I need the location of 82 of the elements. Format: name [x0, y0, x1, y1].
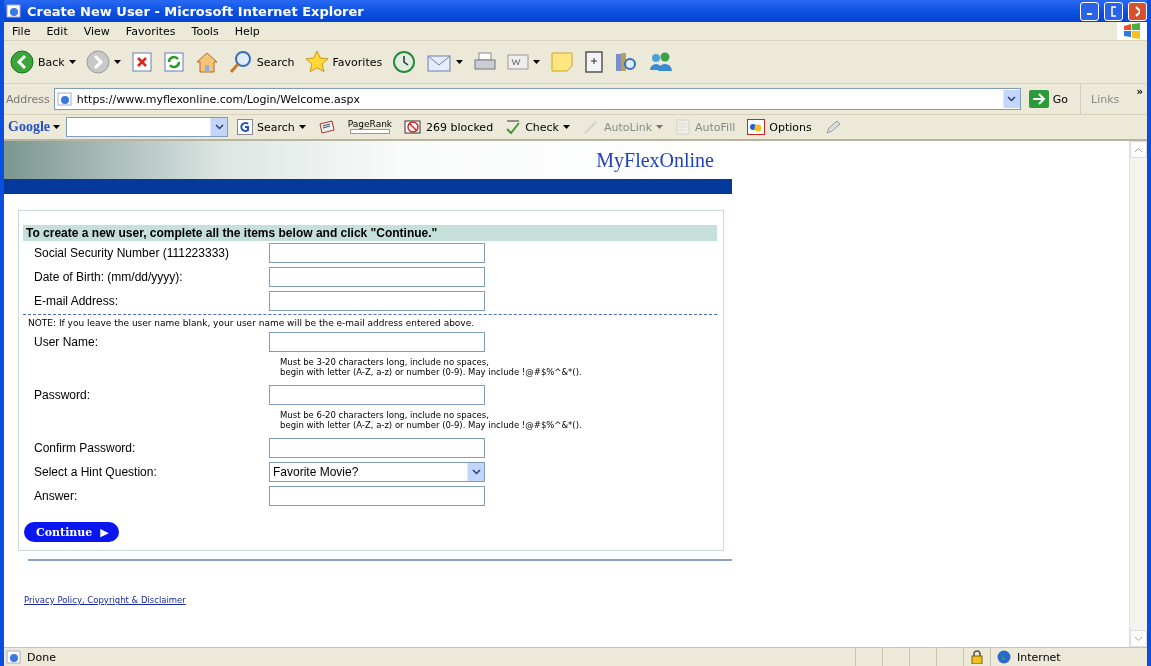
maximize-button[interactable] — [1104, 1, 1123, 21]
input-field[interactable] — [269, 438, 485, 458]
padlock-icon — [971, 650, 983, 664]
browser-icon — [6, 3, 22, 19]
menu-item[interactable]: Favorites — [117, 24, 184, 38]
field-label: Confirm Password: — [33, 441, 137, 455]
field-label: Social Security Number (111223333) — [33, 246, 230, 260]
pagerank-meter[interactable]: PageRank — [344, 120, 396, 134]
back-icon — [10, 50, 34, 74]
menu-item[interactable]: File — [4, 24, 39, 38]
note-text: NOTE: If you leave the user name blank, your user name will be the e-mail address entered above. — [23, 314, 717, 330]
caret-icon[interactable] — [456, 60, 464, 64]
menu-item[interactable]: Help — [226, 24, 268, 38]
field-label: User Name: — [33, 335, 99, 349]
field-label: E-mail Address: — [33, 294, 120, 308]
blocked-window-icon — [404, 119, 423, 135]
google-menu[interactable]: Google — [8, 119, 60, 135]
input-field[interactable] — [269, 385, 485, 405]
privacy-link[interactable]: Privacy Policy, Copyright & Disclaimer — [24, 595, 186, 605]
field-label: Answer: — [33, 489, 79, 503]
windows-flag-icon — [1123, 23, 1141, 39]
document-icon — [507, 52, 530, 72]
google-toolbar-button[interactable]: Search — [234, 119, 309, 135]
page-icon — [56, 91, 73, 107]
maximize-icon — [1111, 5, 1116, 17]
menu-item[interactable]: View — [75, 24, 118, 38]
google-toolbar-button[interactable]: 269 blocked — [401, 119, 497, 135]
dropdown-icon[interactable] — [214, 124, 224, 130]
more-button[interactable]: » — [1136, 86, 1143, 97]
pencil-icon — [823, 119, 842, 135]
input-field[interactable] — [269, 332, 485, 352]
field-label: Password: — [33, 388, 92, 402]
minimize-icon — [1087, 13, 1092, 15]
scrollbar[interactable] — [1129, 141, 1147, 647]
menu-item[interactable]: Edit — [38, 24, 76, 38]
g-logo-icon — [237, 119, 253, 135]
hint-question-dropdown[interactable]: Favorite Movie? — [269, 462, 485, 482]
site-title: MyFlexOnline — [596, 148, 715, 172]
google-toolbar-button[interactable]: Options — [744, 119, 815, 135]
caret-icon[interactable] — [113, 60, 121, 64]
status-text: Done — [27, 650, 56, 664]
form-heading: To create a new user, complete all the items below and click "Continue." — [23, 225, 717, 241]
field-label: Date of Birth: (mm/dd/yyyy): — [33, 270, 184, 284]
dropdown-icon[interactable] — [1007, 96, 1017, 102]
address-label: Address — [6, 92, 50, 106]
field-hint: Must be 6-20 characters long, include no spaces, begin with letter (A-Z, a-z) or number (0-9). May include !@#$%^&*(). — [279, 409, 583, 432]
spellcheck-icon — [505, 119, 522, 135]
scroll-down-icon[interactable] — [1134, 635, 1143, 642]
google-search-field[interactable] — [66, 117, 228, 137]
input-field[interactable] — [269, 291, 485, 311]
toolbar-button[interactable]: Favorites — [302, 48, 385, 76]
go-button[interactable]: Go — [1024, 90, 1076, 108]
dropdown-icon — [471, 469, 481, 475]
continue-button[interactable]: Continue ▶ — [24, 522, 119, 542]
input-field[interactable] — [269, 486, 485, 506]
toolbar-button[interactable]: Search — [226, 48, 297, 76]
page-icon — [6, 649, 22, 665]
input-field[interactable] — [269, 267, 485, 287]
search-icon — [228, 50, 253, 74]
caret-icon[interactable] — [562, 125, 570, 129]
address-field[interactable]: https://www.myflexonline.com/Login/Welcome.aspx — [53, 88, 1021, 110]
caret-icon[interactable] — [68, 60, 76, 64]
window-title: Create New User - Microsoft Internet Explorer — [27, 3, 365, 19]
minimize-button[interactable] — [1080, 1, 1099, 21]
forward-icon — [85, 50, 110, 74]
field-hint: Must be 3-20 characters long, include no spaces, begin with letter (A-Z, a-z) or number (0-9). May include !@#$%^&*(). — [279, 356, 583, 379]
input-field[interactable] — [269, 243, 485, 263]
caret-icon[interactable] — [53, 125, 60, 129]
globe-icon — [997, 650, 1011, 664]
newspaper-icon — [317, 119, 336, 135]
field-label: Select a Hint Question: — [33, 465, 158, 479]
close-icon — [1135, 5, 1140, 17]
zone-label: Internet — [1017, 650, 1061, 664]
menu-item[interactable]: Tools — [183, 24, 227, 38]
caret-icon[interactable] — [298, 125, 306, 129]
close-button[interactable] — [1128, 1, 1147, 21]
google-toolbar-button[interactable]: Check — [502, 119, 573, 135]
star-icon — [304, 50, 329, 74]
caret-icon[interactable] — [533, 60, 541, 64]
options-icon — [747, 119, 766, 135]
toolbar-button[interactable]: Back — [8, 48, 78, 76]
scroll-up-icon[interactable] — [1134, 146, 1143, 153]
